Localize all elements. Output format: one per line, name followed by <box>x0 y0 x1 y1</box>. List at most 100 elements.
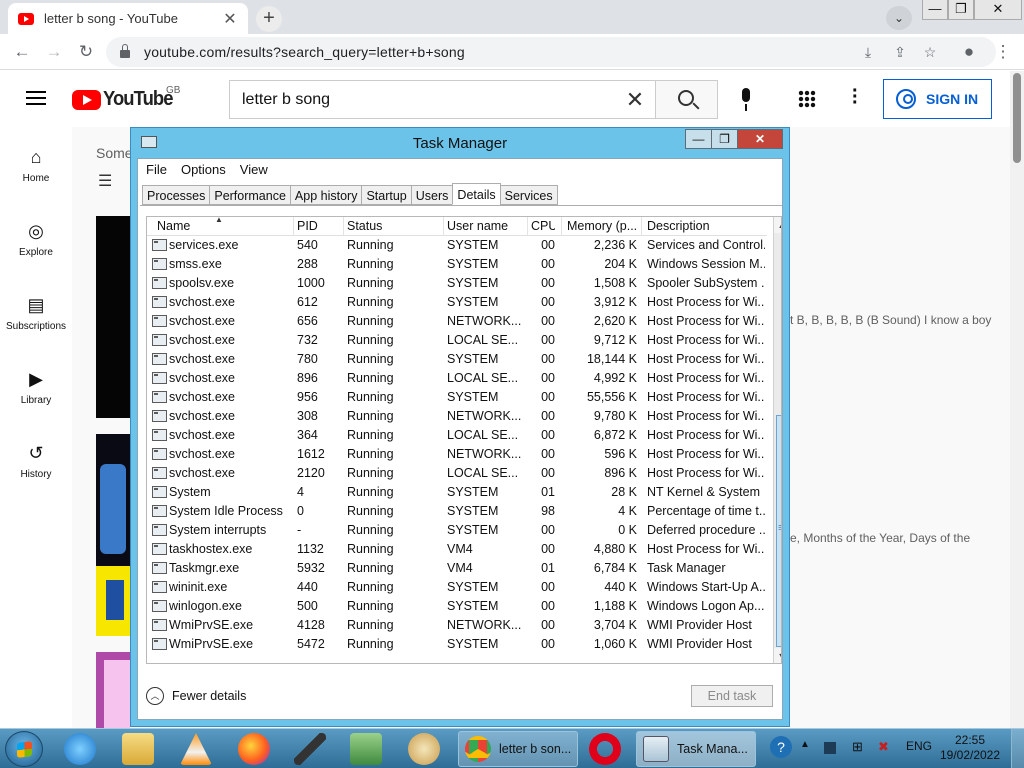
table-row[interactable]: Taskmgr.exe 5932 Running VM4 01 6,784 K Task M… <box>147 559 767 578</box>
internet-explorer-icon[interactable] <box>64 733 96 765</box>
table-scrollbar-thumb[interactable] <box>776 415 781 647</box>
fewer-details-toggle[interactable]: ︿ Fewer details <box>146 687 246 705</box>
sidebar-item-library[interactable]: ▶ Library <box>0 349 72 419</box>
network-icon[interactable]: ⊞ <box>852 739 863 755</box>
page-scrollbar-thumb[interactable] <box>1013 73 1021 163</box>
tm-close-button[interactable]: ✕ <box>737 129 783 149</box>
install-app-icon[interactable]: ⤓ <box>858 42 878 62</box>
scroll-up-arrow-icon[interactable]: ▲ <box>774 217 781 233</box>
settings-menu-icon[interactable]: · · · <box>852 81 859 113</box>
new-tab-button[interactable]: + <box>256 6 282 32</box>
volume-muted-icon[interactable]: ✖ <box>878 739 889 755</box>
bookmark-star-icon[interactable]: ☆ <box>920 42 940 62</box>
tab-search-button[interactable]: ⌄ <box>886 6 912 30</box>
column-separator[interactable] <box>561 217 562 236</box>
search-input[interactable]: letter b song ✕ <box>229 80 655 119</box>
taskbar-clock[interactable]: 22:55 19/02/2022 <box>935 733 1005 763</box>
table-row[interactable]: svchost.exe 956 Running SYSTEM 00 55,556 K Hos… <box>147 388 767 407</box>
page-scrollbar[interactable] <box>1010 71 1024 728</box>
column-header[interactable]: Status <box>347 219 443 233</box>
clear-search-icon[interactable]: ✕ <box>615 87 655 113</box>
table-row[interactable]: svchost.exe 364 Running LOCAL SE... 00 6,872 … <box>147 426 767 445</box>
search-button[interactable] <box>655 80 718 119</box>
vlc-icon[interactable] <box>180 733 212 765</box>
table-row[interactable]: spoolsv.exe 1000 Running SYSTEM 00 1,508 K Spo… <box>147 274 767 293</box>
column-separator[interactable] <box>641 217 642 236</box>
taskbar-item-task-manager[interactable]: Task Mana... <box>636 731 756 767</box>
menu-options[interactable]: Options <box>181 162 226 177</box>
sidebar-item-home[interactable]: ⌂ Home <box>0 127 72 197</box>
forward-arrow-icon[interactable]: → <box>42 40 66 64</box>
window-restore-button[interactable]: ❐ <box>948 0 974 20</box>
network-app-icon[interactable] <box>350 733 382 765</box>
table-scrollbar[interactable]: ▲ ▼ <box>773 217 781 663</box>
video-thumbnail[interactable] <box>96 652 130 730</box>
firefox-icon[interactable] <box>238 733 270 765</box>
table-row[interactable]: System interrupts - Running SYSTEM 00 0 K Defe… <box>147 521 767 540</box>
table-row[interactable]: WmiPrvSE.exe 5472 Running SYSTEM 00 1,060 K WM… <box>147 635 767 654</box>
table-row[interactable]: System 4 Running SYSTEM 01 28 K NT Kernel & Sy… <box>147 483 767 502</box>
menu-file[interactable]: File <box>146 162 167 177</box>
table-row[interactable]: System Idle Process 0 Running SYSTEM 98 4 K Pe… <box>147 502 767 521</box>
share-icon[interactable]: ⇪ <box>890 42 910 62</box>
paint-icon[interactable] <box>408 733 440 765</box>
table-row[interactable]: taskhostex.exe 1132 Running VM4 00 4,880 K Hos… <box>147 540 767 559</box>
hamburger-menu-icon[interactable] <box>26 91 46 105</box>
apps-grid-icon[interactable] <box>798 90 816 108</box>
taskbar-item-chrome[interactable]: letter b son... <box>458 731 578 767</box>
tab-users[interactable]: Users <box>410 185 454 205</box>
table-row[interactable]: winlogon.exe 500 Running SYSTEM 00 1,188 K Win… <box>147 597 767 616</box>
address-bar[interactable]: youtube.com/results?search_query=letter+… <box>106 37 996 67</box>
video-thumbnail[interactable] <box>96 434 130 566</box>
tab-services[interactable]: Services <box>499 185 558 205</box>
video-thumbnail[interactable] <box>96 566 130 636</box>
browser-menu-icon[interactable]: ⋮ <box>991 40 1015 64</box>
table-row[interactable]: svchost.exe 2120 Running LOCAL SE... 00 896 K… <box>147 464 767 483</box>
opera-icon[interactable] <box>589 733 621 765</box>
table-row[interactable]: smss.exe 288 Running SYSTEM 00 204 K Windows S… <box>147 255 767 274</box>
tab-app-history[interactable]: App history <box>289 185 363 205</box>
microphone-app-icon[interactable] <box>294 733 326 765</box>
scroll-down-arrow-icon[interactable]: ▼ <box>774 648 781 663</box>
lock-icon[interactable] <box>120 44 130 58</box>
tm-minimize-button[interactable]: — <box>685 129 712 149</box>
video-thumbnail[interactable] <box>96 216 130 418</box>
profile-icon[interactable]: ● <box>957 40 981 64</box>
reload-icon[interactable]: ↻ <box>74 40 98 64</box>
back-arrow-icon[interactable]: ← <box>10 40 34 64</box>
table-row[interactable]: wininit.exe 440 Running SYSTEM 00 440 K Window… <box>147 578 767 597</box>
table-row[interactable]: services.exe 540 Running SYSTEM 00 2,236 K Ser… <box>147 236 767 255</box>
sidebar-item-subscriptions[interactable]: ▤ Subscriptions <box>0 275 72 345</box>
file-explorer-icon[interactable] <box>122 733 154 765</box>
table-row[interactable]: svchost.exe 732 Running LOCAL SE... 00 9,712 … <box>147 331 767 350</box>
show-desktop-button[interactable] <box>1011 729 1024 768</box>
table-row[interactable]: svchost.exe 780 Running SYSTEM 00 18,144 K Hos… <box>147 350 767 369</box>
tab-performance[interactable]: Performance <box>209 185 291 205</box>
show-hidden-icons-icon[interactable]: ▲ <box>800 739 810 750</box>
menu-view[interactable]: View <box>240 162 268 177</box>
table-row[interactable]: svchost.exe 612 Running SYSTEM 00 3,912 K Host… <box>147 293 767 312</box>
window-minimize-button[interactable]: — <box>922 0 948 20</box>
table-row[interactable]: WmiPrvSE.exe 4128 Running NETWORK... 00 3,704… <box>147 616 767 635</box>
search-value[interactable]: letter b song <box>242 91 615 109</box>
window-close-button[interactable]: ✕ <box>974 0 1022 20</box>
action-center-icon[interactable] <box>824 742 836 754</box>
tm-maximize-button[interactable]: ❐ <box>711 129 738 149</box>
column-separator[interactable] <box>293 217 294 236</box>
column-header[interactable]: Memory (p... <box>567 219 637 233</box>
task-manager-titlebar[interactable]: Task Manager — ❐ ✕ <box>131 128 789 158</box>
column-separator[interactable] <box>343 217 344 236</box>
table-row[interactable]: svchost.exe 1612 Running NETWORK... 00 596 K H… <box>147 445 767 464</box>
tab-close-icon[interactable]: ✕ <box>222 9 238 29</box>
sidebar-item-history[interactable]: ↺ History <box>0 423 72 493</box>
column-header[interactable]: PID <box>297 219 343 233</box>
language-indicator[interactable]: ENG <box>906 739 932 753</box>
table-row[interactable]: svchost.exe 656 Running NETWORK... 00 2,620 K… <box>147 312 767 331</box>
filter-icon[interactable]: ☰ <box>98 171 112 191</box>
table-row[interactable]: svchost.exe 308 Running NETWORK... 00 9,780 K… <box>147 407 767 426</box>
column-header[interactable]: CPU <box>531 219 555 233</box>
tab-processes[interactable]: Processes <box>142 185 211 205</box>
tab-details[interactable]: Details <box>452 183 501 205</box>
column-separator[interactable] <box>527 217 528 236</box>
start-button[interactable] <box>5 731 43 767</box>
